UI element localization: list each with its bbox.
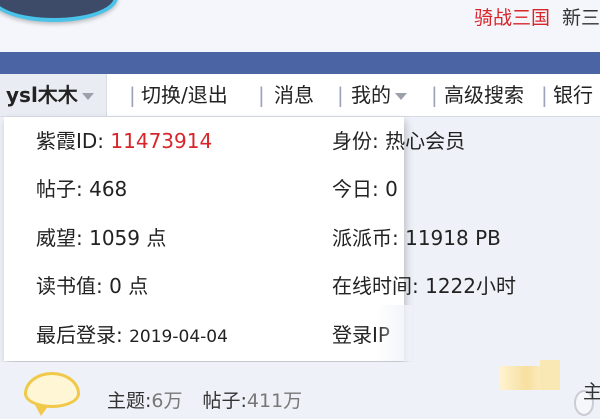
- today-count: 今日: 0: [332, 174, 398, 204]
- last-login-value: 2019-04-04: [129, 327, 228, 347]
- user-menu[interactable]: ysl木木: [0, 74, 107, 116]
- last-login: 最后登录: 2019-04-04: [36, 320, 228, 350]
- nav-band: [0, 52, 600, 74]
- paipai-coins: 派派币: 11918 PB: [332, 223, 501, 253]
- user-nav-bar: ysl木木 | 切换/退出 | 消息 | 我的 | 高级搜索 | 银行: [0, 74, 600, 117]
- forum-stats: 主题:6万 帖子:411万: [107, 387, 302, 415]
- member-id: 紫霞ID: 11473914: [36, 126, 212, 156]
- member-id-label: 紫霞ID:: [36, 129, 105, 153]
- identity: 身份: 热心会员: [332, 126, 465, 156]
- nav-separator: |: [431, 83, 438, 107]
- nav-separator: |: [337, 83, 344, 107]
- nav-separator: |: [129, 83, 136, 107]
- new-post-highlight: [540, 360, 560, 390]
- paipai-value: 11918 PB: [405, 226, 501, 250]
- topics-label: 主题:: [107, 390, 152, 412]
- today-label: 今日:: [332, 177, 379, 201]
- nav-separator: |: [258, 83, 265, 107]
- identity-label: 身份:: [332, 129, 379, 153]
- messages-link[interactable]: 消息: [270, 74, 318, 116]
- speech-bubble-icon: [24, 372, 80, 416]
- switch-logout-link[interactable]: 切换/退出: [137, 74, 232, 116]
- posts-count: 帖子: 468: [36, 174, 127, 204]
- online-time: 在线时间: 1222小时: [332, 271, 516, 301]
- identity-value: 热心会员: [385, 129, 466, 153]
- site-logo[interactable]: [0, 0, 118, 22]
- advanced-search-link[interactable]: 高级搜索: [440, 74, 528, 116]
- game-link[interactable]: 骑战三国: [474, 7, 550, 29]
- top-header: 骑战三国 新三: [0, 0, 600, 52]
- today-value: 0: [385, 177, 398, 201]
- topics-value: 6万: [151, 390, 183, 412]
- paipai-label: 派派币:: [332, 226, 399, 250]
- top-links: 骑战三国 新三: [474, 6, 600, 30]
- prestige-value: 1059 点: [89, 226, 167, 250]
- member-id-value: 11473914: [110, 129, 213, 153]
- posts-value: 468: [89, 177, 128, 201]
- online-label: 在线时间:: [332, 274, 419, 298]
- mine-menu[interactable]: 我的: [347, 74, 411, 116]
- mine-label: 我的: [351, 83, 391, 107]
- posts-label: 帖子:: [36, 177, 83, 201]
- card-fade: [376, 305, 412, 361]
- new-link[interactable]: 新三: [562, 7, 600, 29]
- online-value: 1222小时: [425, 274, 517, 298]
- reading-value: 读书值: 0 点: [36, 271, 148, 301]
- prestige-label: 威望:: [36, 226, 83, 250]
- prestige: 威望: 1059 点: [36, 223, 166, 253]
- nav-separator: |: [541, 83, 548, 107]
- reading-label: 读书值:: [36, 274, 103, 298]
- forum-posts-value: 411万: [246, 390, 303, 412]
- bank-link[interactable]: 银行: [549, 74, 597, 116]
- reading-amount: 0 点: [109, 274, 149, 298]
- last-login-label: 最后登录:: [36, 323, 123, 347]
- chevron-down-icon: [395, 93, 407, 100]
- username: ysl木木: [6, 83, 78, 107]
- forum-posts-label: 帖子:: [202, 390, 247, 412]
- chevron-down-icon: [81, 93, 94, 100]
- forum-topics-cut: 主: [583, 381, 600, 403]
